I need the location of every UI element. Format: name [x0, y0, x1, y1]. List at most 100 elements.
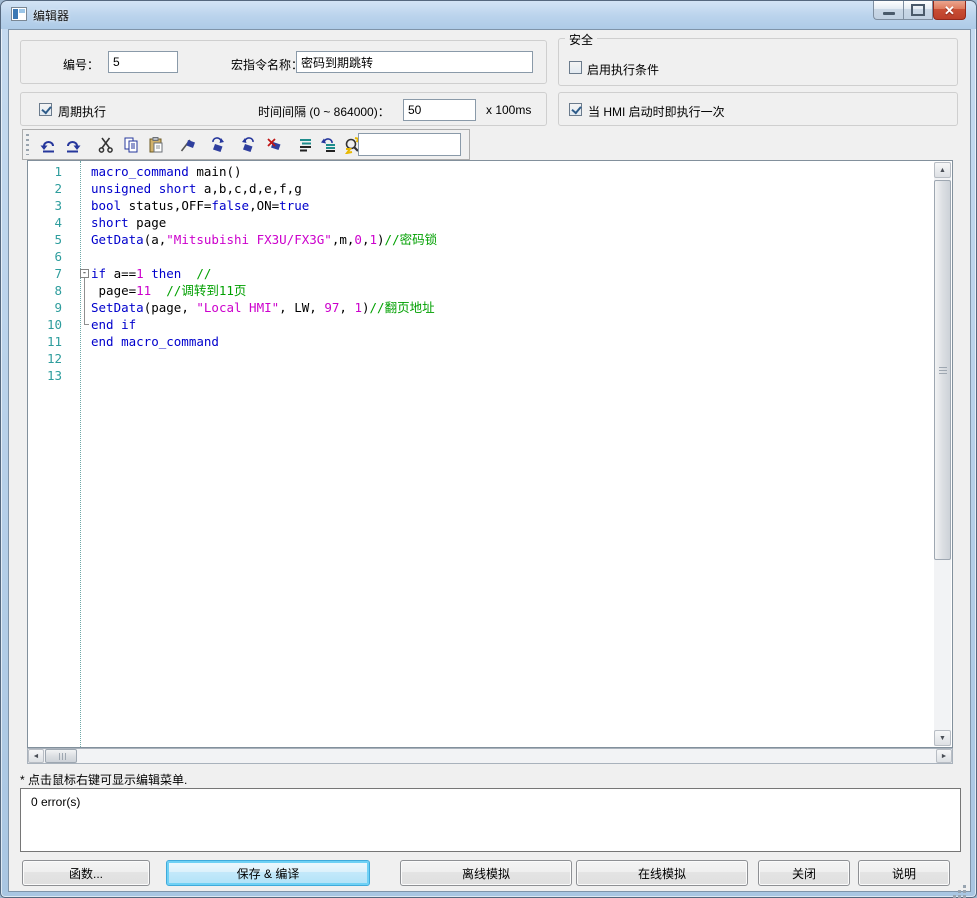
line-number: 11 — [28, 333, 71, 350]
copy-button[interactable] — [119, 132, 143, 157]
arrow-right-icon: ► — [941, 753, 948, 760]
horizontal-scroll-thumb[interactable] — [45, 749, 77, 763]
paste-icon — [147, 136, 165, 154]
fold-column — [71, 282, 91, 299]
line-number: 8 — [28, 282, 71, 299]
close-button[interactable]: ✕ — [933, 1, 966, 20]
startup-checkbox[interactable] — [569, 103, 582, 116]
code-text: page=11 //调转到11页 — [91, 282, 246, 299]
arrow-up-icon: ▲ — [939, 167, 946, 174]
security-group-label: 安全 — [565, 31, 597, 48]
security-group: 安全 启用执行条件 — [558, 38, 958, 86]
thumb-grip — [62, 753, 63, 760]
macro-id-input[interactable] — [108, 51, 178, 73]
prev-bookmark-button[interactable] — [236, 132, 260, 157]
maximize-button[interactable] — [903, 1, 933, 20]
startup-group: 当 HMI 启动时即执行一次 — [558, 92, 958, 126]
scroll-left-button[interactable]: ◄ — [28, 749, 44, 763]
code-text: SetData(page, "Local HMI", LW, 97, 1)//翻… — [91, 299, 435, 316]
interval-input[interactable] — [403, 99, 476, 121]
fold-column — [71, 367, 91, 384]
fold-toggle[interactable]: - — [71, 265, 91, 282]
thumb-grip — [65, 753, 66, 760]
toolbar-search-input[interactable] — [358, 133, 461, 156]
code-line: 3 bool status,OFF=false,ON=true — [28, 197, 932, 214]
thumb-grip — [939, 367, 947, 368]
code-text: GetData(a,"Mitsubishi FX3U/FX3G",m,0,1)/… — [91, 231, 437, 248]
cut-button[interactable] — [94, 132, 118, 157]
thumb-grip — [939, 373, 947, 374]
paste-button[interactable] — [144, 132, 168, 157]
vertical-scrollbar[interactable]: ▲ ▼ — [934, 162, 951, 746]
outdent-button[interactable] — [316, 132, 340, 157]
fold-column — [71, 333, 91, 350]
maximize-icon — [911, 4, 925, 16]
code-text: end macro_command — [91, 333, 219, 350]
code-line: 12 — [28, 350, 932, 367]
horizontal-scrollbar[interactable]: ◄ ► — [27, 748, 953, 764]
scroll-down-button[interactable]: ▼ — [934, 730, 951, 746]
code-lines: 1 macro_command main()2unsigned short a,b… — [28, 163, 932, 384]
error-count: 0 error(s) — [31, 795, 80, 809]
code-text: bool status,OFF=false,ON=true — [91, 197, 309, 214]
macro-name-input[interactable] — [296, 51, 533, 73]
scroll-up-button[interactable]: ▲ — [934, 162, 951, 178]
code-line: 2unsigned short a,b,c,d,e,f,g — [28, 180, 932, 197]
next-bookmark-icon — [209, 136, 227, 154]
fold-column — [71, 197, 91, 214]
code-line: 1 macro_command main() — [28, 163, 932, 180]
window-icon — [11, 7, 27, 21]
offline-simulation-button[interactable]: 离线模拟 — [400, 860, 572, 886]
redo-button[interactable] — [61, 132, 85, 157]
edit-menu-hint: * 点击鼠标右键可显示编辑菜单. — [20, 771, 187, 788]
titlebar[interactable]: 编辑器 ✕ — [1, 1, 976, 29]
editor-window: 编辑器 ✕ 编号： 宏指令名称： 安全 启用执行条件 周期执行 时间间隔 (0 … — [0, 0, 977, 898]
periodic-group: 周期执行 时间间隔 (0 ~ 864000)： x 100ms — [20, 92, 547, 126]
vertical-scroll-thumb[interactable] — [934, 180, 951, 560]
fold-column — [71, 214, 91, 231]
code-editor[interactable]: 1 macro_command main()2unsigned short a,b… — [27, 160, 953, 748]
undo-icon — [39, 136, 57, 154]
close-dialog-button[interactable]: 关闭 — [758, 860, 850, 886]
undo-button[interactable] — [36, 132, 60, 157]
fold-column — [71, 316, 91, 333]
enable-condition-label: 启用执行条件 — [587, 61, 659, 78]
scroll-right-button[interactable]: ► — [936, 749, 952, 763]
fold-column — [71, 350, 91, 367]
line-number: 1 — [28, 163, 71, 180]
enable-condition-checkbox[interactable] — [569, 61, 582, 74]
window-controls: ✕ — [873, 1, 966, 20]
functions-button[interactable]: 函数... — [22, 860, 150, 886]
arrow-left-icon: ◄ — [33, 753, 40, 760]
save-compile-button[interactable]: 保存 & 编译 — [166, 860, 370, 886]
toolbar-gripper — [26, 134, 29, 155]
periodic-checkbox[interactable] — [39, 103, 52, 116]
code-text: end if — [91, 316, 136, 333]
help-button[interactable]: 说明 — [858, 860, 950, 886]
next-bookmark-button[interactable] — [206, 132, 230, 157]
code-text: if a==1 then // — [91, 265, 211, 282]
startup-label: 当 HMI 启动时即执行一次 — [588, 103, 725, 120]
code-line: 4short page — [28, 214, 932, 231]
fold-column — [71, 248, 91, 265]
arrow-down-icon: ▼ — [939, 735, 946, 742]
code-text: macro_command main() — [91, 163, 242, 180]
indent-button[interactable] — [293, 132, 317, 157]
line-number: 7 — [28, 265, 71, 282]
resize-grip[interactable] — [963, 885, 966, 888]
fold-column — [71, 231, 91, 248]
thumb-grip — [59, 753, 60, 760]
line-number: 2 — [28, 180, 71, 197]
dialog-content: 编号： 宏指令名称： 安全 启用执行条件 周期执行 时间间隔 (0 ~ 8640… — [8, 29, 971, 892]
outdent-icon — [319, 136, 337, 154]
macro-id-group: 编号： 宏指令名称： — [20, 40, 547, 84]
line-number: 3 — [28, 197, 71, 214]
toggle-bookmark-button[interactable] — [176, 132, 200, 157]
minimize-button[interactable] — [873, 1, 903, 20]
clear-bookmarks-button[interactable] — [263, 132, 287, 157]
close-icon: ✕ — [944, 4, 955, 17]
toggle-bookmark-icon — [179, 136, 197, 154]
code-line: 6 — [28, 248, 932, 265]
online-simulation-button[interactable]: 在线模拟 — [576, 860, 748, 886]
periodic-label: 周期执行 — [58, 103, 106, 120]
